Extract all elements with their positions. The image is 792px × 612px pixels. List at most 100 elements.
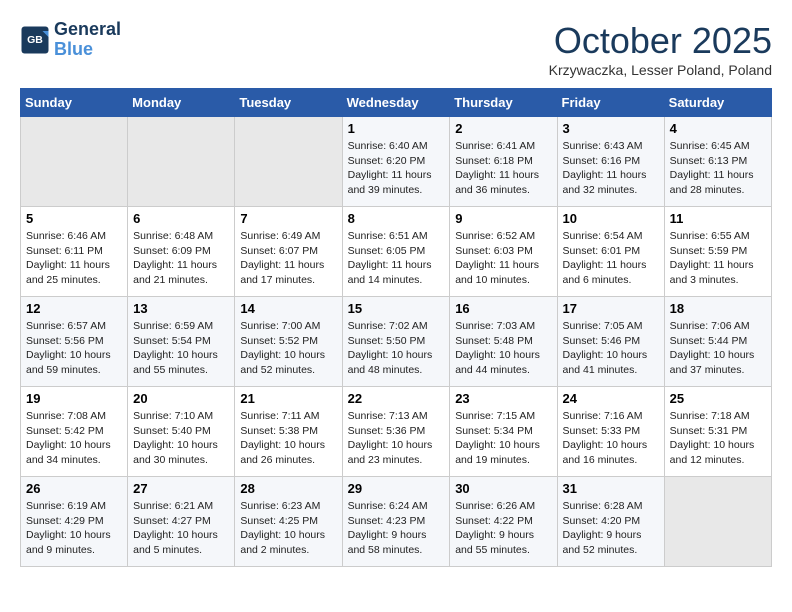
cell-info: and 55 minutes. [133,363,229,378]
cell-info: Sunset: 6:11 PM [26,244,122,259]
calendar-cell: 29Sunrise: 6:24 AMSunset: 4:23 PMDayligh… [342,477,450,567]
cell-info: and 52 minutes. [240,363,336,378]
calendar-cell: 31Sunrise: 6:28 AMSunset: 4:20 PMDayligh… [557,477,664,567]
calendar-cell: 9Sunrise: 6:52 AMSunset: 6:03 PMDaylight… [450,207,557,297]
logo-icon: GB [20,25,50,55]
cell-info: Daylight: 10 hours [455,348,551,363]
cell-info: Daylight: 11 hours [348,258,445,273]
cell-info: and 36 minutes. [455,183,551,198]
cell-info: Sunrise: 7:15 AM [455,409,551,424]
weekday-header-row: SundayMondayTuesdayWednesdayThursdayFrid… [21,89,772,117]
calendar-week-row: 5Sunrise: 6:46 AMSunset: 6:11 PMDaylight… [21,207,772,297]
cell-info: Sunset: 6:09 PM [133,244,229,259]
cell-info: Sunset: 6:13 PM [670,154,766,169]
day-number: 22 [348,391,445,406]
cell-info: Daylight: 11 hours [240,258,336,273]
cell-info: and 10 minutes. [455,273,551,288]
cell-info: and 14 minutes. [348,273,445,288]
cell-info: Sunrise: 6:21 AM [133,499,229,514]
cell-info: Daylight: 10 hours [133,438,229,453]
logo: GB General Blue [20,20,121,60]
cell-info: Daylight: 9 hours [348,528,445,543]
cell-info: Daylight: 10 hours [26,348,122,363]
cell-info: Sunrise: 6:48 AM [133,229,229,244]
weekday-header: Wednesday [342,89,450,117]
cell-info: Sunrise: 6:54 AM [563,229,659,244]
cell-info: and 37 minutes. [670,363,766,378]
cell-info: Sunrise: 6:52 AM [455,229,551,244]
cell-info: Daylight: 10 hours [563,348,659,363]
calendar-cell: 2Sunrise: 6:41 AMSunset: 6:18 PMDaylight… [450,117,557,207]
cell-info: and 23 minutes. [348,453,445,468]
cell-info: Sunset: 6:01 PM [563,244,659,259]
cell-info: Daylight: 10 hours [348,348,445,363]
day-number: 5 [26,211,122,226]
cell-info: Daylight: 9 hours [455,528,551,543]
day-number: 18 [670,301,766,316]
calendar-cell: 25Sunrise: 7:18 AMSunset: 5:31 PMDayligh… [664,387,771,477]
calendar-cell: 10Sunrise: 6:54 AMSunset: 6:01 PMDayligh… [557,207,664,297]
cell-info: Sunset: 5:50 PM [348,334,445,349]
cell-info: and 16 minutes. [563,453,659,468]
weekday-header: Friday [557,89,664,117]
cell-info: Sunrise: 6:19 AM [26,499,122,514]
cell-info: Daylight: 10 hours [240,348,336,363]
calendar-cell: 28Sunrise: 6:23 AMSunset: 4:25 PMDayligh… [235,477,342,567]
cell-info: Sunrise: 6:28 AM [563,499,659,514]
cell-info: Sunset: 5:34 PM [455,424,551,439]
cell-info: and 58 minutes. [348,543,445,558]
cell-info: and 12 minutes. [670,453,766,468]
cell-info: Sunrise: 6:40 AM [348,139,445,154]
cell-info: and 41 minutes. [563,363,659,378]
weekday-header: Sunday [21,89,128,117]
day-number: 8 [348,211,445,226]
cell-info: Sunset: 4:29 PM [26,514,122,529]
cell-info: Daylight: 10 hours [670,348,766,363]
cell-info: Daylight: 10 hours [455,438,551,453]
cell-info: Daylight: 11 hours [563,258,659,273]
title-block: October 2025 Krzywaczka, Lesser Poland, … [549,20,772,78]
calendar-cell [128,117,235,207]
day-number: 27 [133,481,229,496]
calendar-cell: 16Sunrise: 7:03 AMSunset: 5:48 PMDayligh… [450,297,557,387]
cell-info: Sunset: 5:52 PM [240,334,336,349]
cell-info: and 39 minutes. [348,183,445,198]
cell-info: Sunrise: 7:11 AM [240,409,336,424]
calendar-cell: 1Sunrise: 6:40 AMSunset: 6:20 PMDaylight… [342,117,450,207]
cell-info: Sunrise: 6:49 AM [240,229,336,244]
calendar-cell: 22Sunrise: 7:13 AMSunset: 5:36 PMDayligh… [342,387,450,477]
cell-info: Sunset: 4:20 PM [563,514,659,529]
cell-info: Sunset: 4:22 PM [455,514,551,529]
cell-info: Sunset: 6:18 PM [455,154,551,169]
cell-info: and 6 minutes. [563,273,659,288]
cell-info: Daylight: 11 hours [133,258,229,273]
cell-info: Sunrise: 7:18 AM [670,409,766,424]
cell-info: Daylight: 11 hours [670,258,766,273]
cell-info: and 25 minutes. [26,273,122,288]
cell-info: Daylight: 11 hours [455,258,551,273]
cell-info: Sunrise: 7:03 AM [455,319,551,334]
cell-info: Daylight: 11 hours [26,258,122,273]
cell-info: Daylight: 10 hours [26,528,122,543]
day-number: 15 [348,301,445,316]
cell-info: Sunrise: 6:55 AM [670,229,766,244]
calendar-cell [664,477,771,567]
day-number: 21 [240,391,336,406]
calendar-cell: 7Sunrise: 6:49 AMSunset: 6:07 PMDaylight… [235,207,342,297]
day-number: 17 [563,301,659,316]
cell-info: Sunrise: 7:08 AM [26,409,122,424]
calendar-cell: 26Sunrise: 6:19 AMSunset: 4:29 PMDayligh… [21,477,128,567]
calendar-cell: 17Sunrise: 7:05 AMSunset: 5:46 PMDayligh… [557,297,664,387]
cell-info: Sunset: 5:33 PM [563,424,659,439]
cell-info: Sunset: 5:46 PM [563,334,659,349]
day-number: 2 [455,121,551,136]
cell-info: and 30 minutes. [133,453,229,468]
cell-info: Sunrise: 6:45 AM [670,139,766,154]
cell-info: Sunrise: 7:13 AM [348,409,445,424]
calendar-cell: 23Sunrise: 7:15 AMSunset: 5:34 PMDayligh… [450,387,557,477]
calendar-week-row: 19Sunrise: 7:08 AMSunset: 5:42 PMDayligh… [21,387,772,477]
day-number: 3 [563,121,659,136]
calendar-table: SundayMondayTuesdayWednesdayThursdayFrid… [20,88,772,567]
calendar-cell: 5Sunrise: 6:46 AMSunset: 6:11 PMDaylight… [21,207,128,297]
calendar-week-row: 1Sunrise: 6:40 AMSunset: 6:20 PMDaylight… [21,117,772,207]
